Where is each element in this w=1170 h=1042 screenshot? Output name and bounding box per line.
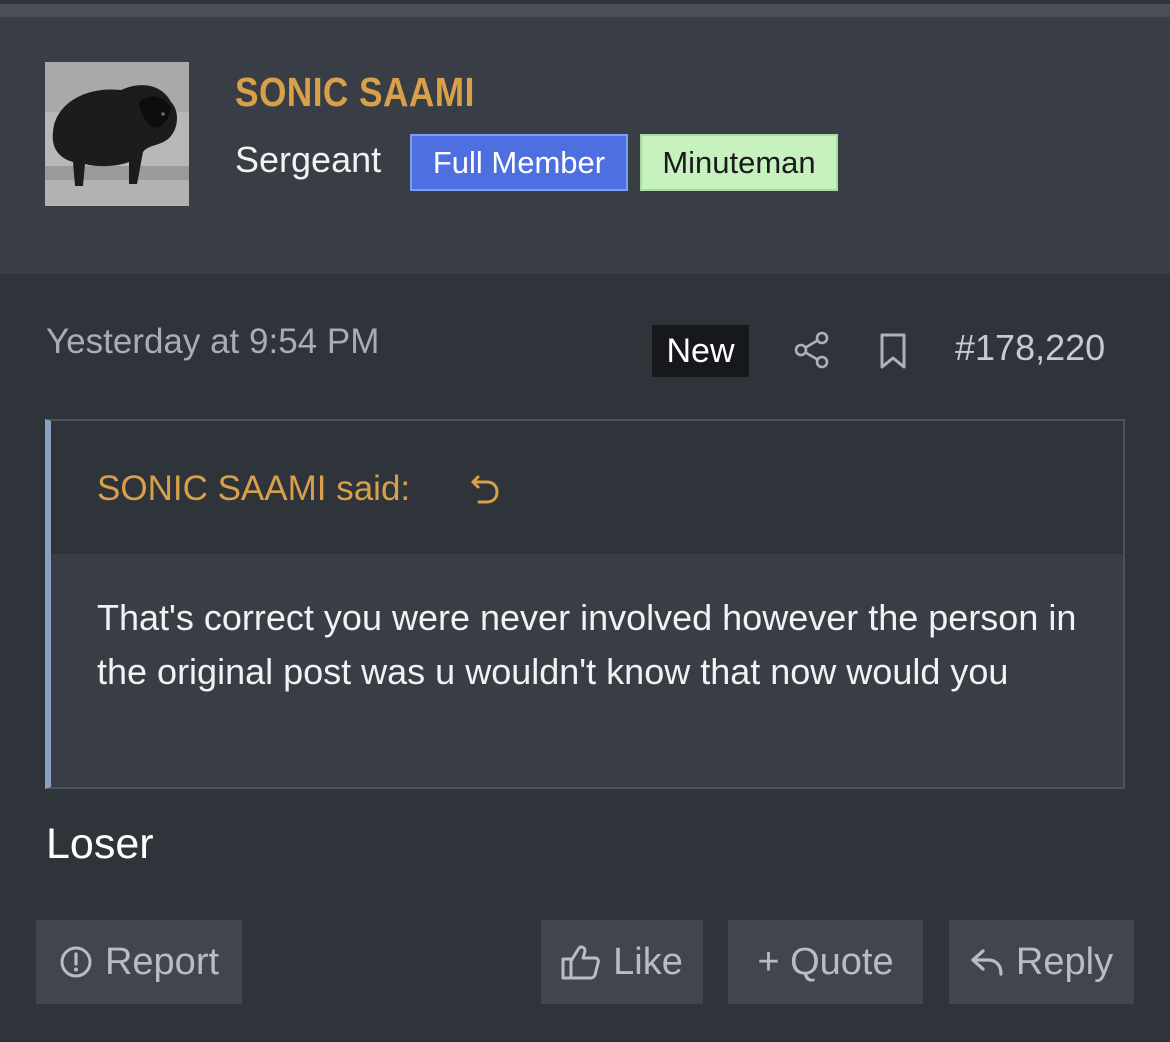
quote-header: SONIC SAAMI said: [51, 421, 1123, 554]
thumbs-up-icon [561, 945, 601, 980]
quote-text: That's correct you were never involved h… [97, 597, 1077, 692]
new-badge: New [652, 325, 749, 377]
like-button[interactable]: Like [541, 920, 703, 1004]
report-label: Report [104, 940, 220, 983]
post-number[interactable]: #178,220 [955, 327, 1105, 369]
report-button[interactable]: Report [36, 920, 242, 1004]
reply-arrow-icon [971, 949, 1003, 976]
reply-button[interactable]: Reply [949, 920, 1134, 1004]
badge-minuteman: Minuteman [640, 134, 838, 191]
post-timestamp[interactable]: Yesterday at 9:54 PM [46, 322, 379, 362]
quote-label: + Quote [757, 940, 894, 983]
username[interactable]: SONIC SAAMI [235, 69, 475, 116]
avatar[interactable] [45, 62, 189, 206]
quote-button[interactable]: + Quote [728, 920, 923, 1004]
bison-photo-icon [45, 62, 189, 206]
top-divider [0, 0, 1170, 17]
report-icon [60, 946, 92, 978]
share-icon[interactable] [792, 330, 830, 370]
badge-full-member: Full Member [410, 134, 628, 191]
reply-label: Reply [1015, 940, 1114, 983]
bookmark-icon[interactable] [876, 331, 910, 371]
post-body: Loser [46, 820, 154, 868]
quote-attribution[interactable]: SONIC SAAMI said: [97, 469, 410, 509]
like-label: Like [613, 940, 683, 983]
user-header: SONIC SAAMI Sergeant Full Member Minutem… [0, 17, 1170, 274]
quote-block: SONIC SAAMI said: That's correct you wer… [45, 419, 1125, 789]
user-rank: Sergeant [235, 139, 382, 180]
jump-to-quote-icon[interactable] [469, 473, 501, 507]
